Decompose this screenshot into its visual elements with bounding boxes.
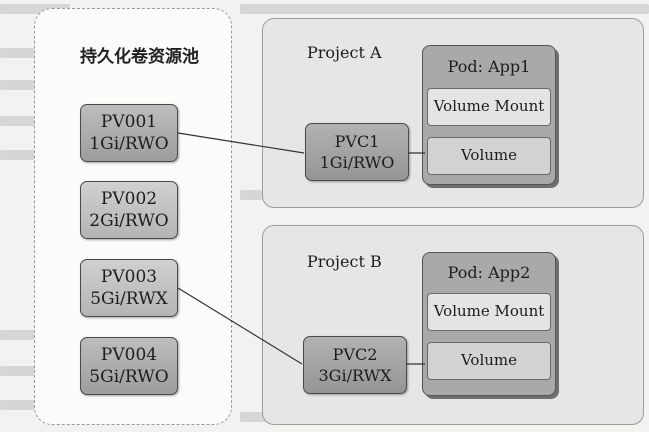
pv-name: PV002	[100, 189, 158, 209]
volume-slot: Volume	[427, 342, 551, 380]
pv-spec: 5Gi/RWO	[89, 367, 169, 387]
pod-app2: Pod: App2 Volume Mount Volume	[422, 252, 556, 396]
pvc-name: PVC1	[334, 132, 380, 151]
pvc-box-pvc1: PVC1 1Gi/RWO	[305, 123, 409, 181]
pv-name: PV003	[100, 267, 158, 287]
pv-spec: 5Gi/RWX	[90, 289, 168, 309]
pv-box-pv004: PV004 5Gi/RWO	[80, 337, 178, 395]
pv-box-pv002: PV002 2Gi/RWO	[80, 181, 178, 239]
project-a-panel: Project A PVC1 1Gi/RWO Pod: App1 Volume …	[262, 18, 644, 208]
volume-slot: Volume	[427, 137, 551, 175]
project-title: Project B	[307, 252, 382, 271]
pv-spec: 2Gi/RWO	[89, 211, 169, 231]
pvc-name: PVC2	[332, 345, 378, 364]
project-b-panel: Project B PVC2 3Gi/RWX Pod: App2 Volume …	[262, 225, 644, 425]
pod-title: Pod: App2	[447, 263, 531, 282]
pool-title: 持久化卷资源池	[80, 47, 199, 67]
pv-box-pv001: PV001 1Gi/RWO	[80, 104, 178, 162]
pvc-spec: 1Gi/RWO	[319, 153, 395, 172]
pv-box-pv003: PV003 5Gi/RWX	[80, 259, 178, 317]
volume-mount-slot: Volume Mount	[427, 293, 551, 331]
pv-spec: 1Gi/RWO	[89, 134, 169, 154]
pod-title: Pod: App1	[447, 57, 531, 76]
pv-name: PV004	[100, 345, 158, 365]
project-title: Project A	[307, 43, 382, 62]
pv-name: PV001	[100, 112, 158, 132]
volume-mount-slot: Volume Mount	[427, 88, 551, 126]
pod-app1: Pod: App1 Volume Mount Volume	[422, 45, 556, 185]
pvc-box-pvc2: PVC2 3Gi/RWX	[303, 336, 407, 394]
pvc-spec: 3Gi/RWX	[318, 366, 392, 385]
